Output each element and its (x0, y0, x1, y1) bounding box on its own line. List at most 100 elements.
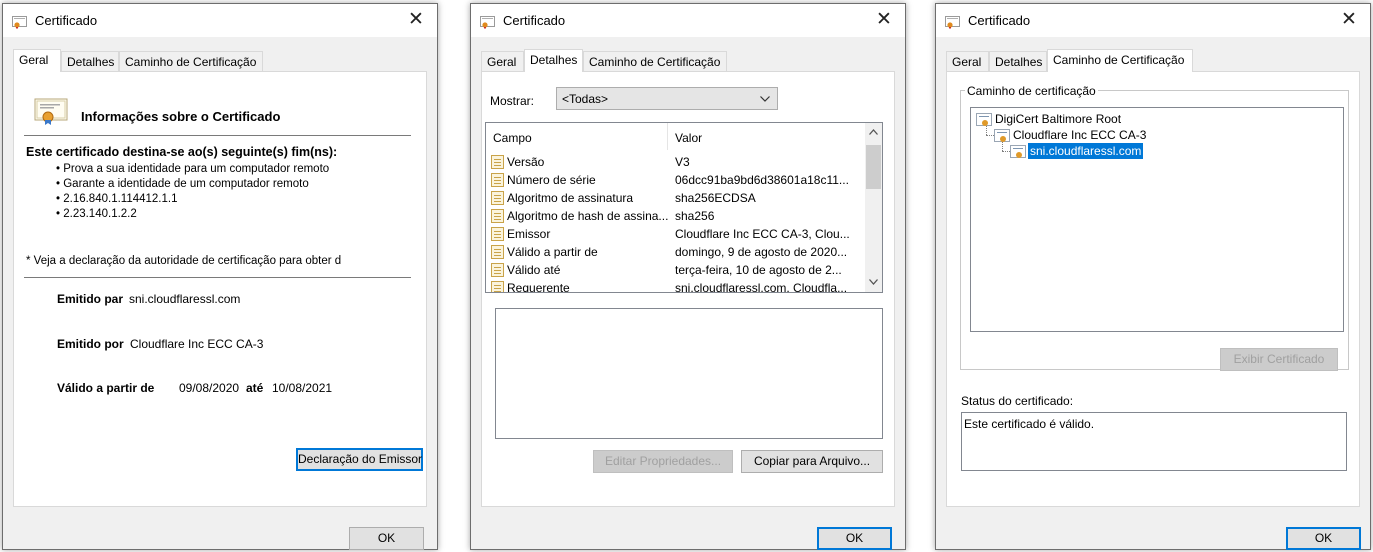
field-name: Versão (507, 155, 545, 169)
certificate-dialog-path: Certificado ✕ Geral Detalhes Caminho de … (935, 3, 1371, 550)
divider (24, 277, 411, 278)
table-row[interactable]: Válido até terça-feira, 10 de agosto de 2… (486, 261, 856, 279)
title-bar: Certificado ✕ (471, 4, 905, 37)
issued-to-label: Emitido par (57, 292, 124, 306)
field-value: sha256ECDSA (675, 191, 756, 205)
path-group-label: Caminho de certificação (965, 84, 1098, 98)
status-text: Este certificado é válido. (964, 417, 1095, 431)
divider (24, 135, 411, 136)
show-select[interactable]: <Todas> (556, 87, 778, 110)
certificate-dialog-general: Certificado ✕ Geral Detalhes Caminho de … (2, 3, 438, 550)
path-panel: Caminho de certificação DigiCert Baltimo… (946, 71, 1360, 507)
certificate-icon (994, 129, 1010, 142)
purpose-item: • 2.16.840.1.114412.1.1 (56, 193, 178, 205)
field-icon (491, 227, 504, 241)
tab-details[interactable]: Detalhes (61, 51, 119, 71)
tab-details[interactable]: Detalhes (989, 51, 1047, 71)
tree-connector (986, 135, 994, 136)
field-name: Emissor (507, 227, 551, 241)
certification-path-tree[interactable]: DigiCert Baltimore Root Cloudflare Inc E… (970, 107, 1344, 332)
tab-details[interactable]: Detalhes (524, 49, 583, 72)
field-value-textbox[interactable] (495, 308, 883, 439)
field-icon (491, 281, 504, 292)
table-row[interactable]: Emissor Cloudflare Inc ECC CA-3, Clou... (486, 225, 856, 243)
purpose-item: • Prova a sua identidade para um computa… (56, 163, 330, 175)
certificate-icon (480, 16, 495, 29)
ca-statement-note: * Veja a declaração da autoridade de cer… (26, 255, 342, 267)
tab-general[interactable]: Geral (481, 51, 524, 71)
certificate-info-icon (34, 98, 68, 125)
tab-certification-path[interactable]: Caminho de Certificação (119, 51, 263, 71)
certificate-dialog-details: Certificado ✕ Geral Detalhes Caminho de … (470, 3, 906, 550)
field-name: Válido a partir de (507, 245, 598, 259)
field-name: Requerente (507, 281, 570, 293)
view-certificate-button[interactable]: Exibir Certificado (1220, 348, 1338, 371)
column-header-value[interactable]: Valor (675, 131, 702, 145)
table-header: Campo Valor (486, 123, 866, 150)
table-row[interactable]: Válido a partir de domingo, 9 de agosto d… (486, 243, 856, 261)
ok-button[interactable]: OK (1286, 527, 1361, 550)
close-button[interactable]: ✕ (403, 8, 429, 32)
valid-until-label: até (246, 381, 264, 395)
fields-table: Campo Valor Versão V3 Número de série 06dc… (485, 122, 883, 293)
general-panel: Informações sobre o Certificado Este cer… (13, 71, 427, 507)
vertical-scrollbar[interactable] (865, 123, 882, 292)
scroll-down-icon[interactable] (869, 279, 878, 285)
table-row[interactable]: Número de série 06dcc91ba9bd6d38601a18c11… (486, 171, 856, 189)
scroll-up-icon[interactable] (869, 129, 878, 135)
tree-node-intermediate[interactable]: Cloudflare Inc ECC CA-3 (1013, 128, 1146, 142)
info-heading: Informações sobre o Certificado (81, 109, 281, 124)
field-value: 06dcc91ba9bd6d38601a18c11... (675, 173, 849, 187)
tree-connector (1002, 141, 1003, 151)
certificate-icon (1010, 145, 1026, 158)
show-select-value: <Todas> (562, 92, 609, 106)
tab-certification-path[interactable]: Caminho de Certificação (1047, 49, 1193, 72)
close-button[interactable]: ✕ (1336, 8, 1362, 32)
scrollbar-thumb[interactable] (866, 145, 881, 189)
window-title: Certificado (35, 13, 98, 28)
chevron-down-icon (760, 96, 770, 102)
field-icon (491, 155, 504, 169)
field-value: Cloudflare Inc ECC CA-3, Clou... (675, 227, 850, 241)
table-row[interactable]: Algoritmo de hash de assina... sha256 (486, 207, 856, 225)
valid-until-value: 10/08/2021 (272, 381, 333, 395)
certificate-icon (976, 113, 992, 126)
valid-from-value: 09/08/2020 (179, 381, 240, 395)
tree-connector (1002, 151, 1010, 152)
certificate-icon (12, 16, 27, 29)
field-icon (491, 245, 504, 259)
edit-properties-button[interactable]: Editar Propriedades... (593, 450, 733, 473)
column-header-field[interactable]: Campo (493, 131, 532, 145)
purpose-item: • 2.23.140.1.2.2 (56, 208, 137, 220)
field-value: V3 (675, 155, 690, 169)
field-icon (491, 173, 504, 187)
issued-to-value: sni.cloudflaressl.com (129, 292, 241, 306)
tree-node-selected-leaf[interactable]: sni.cloudflaressl.com (1028, 143, 1144, 159)
title-bar: Certificado ✕ (936, 4, 1370, 37)
valid-from-label: Válido a partir de (57, 381, 155, 395)
certificate-icon (945, 16, 960, 29)
tab-certification-path[interactable]: Caminho de Certificação (583, 51, 727, 71)
window-title: Certificado (968, 13, 1031, 28)
field-value: terça-feira, 10 de agosto de 2... (675, 263, 842, 277)
issuer-statement-button[interactable]: Declaração do Emissor (296, 448, 423, 471)
tab-general[interactable]: Geral (13, 49, 61, 72)
table-row[interactable]: Versão V3 (486, 153, 856, 171)
tab-general[interactable]: Geral (946, 51, 989, 71)
field-name: Algoritmo de assinatura (507, 191, 634, 205)
field-icon (491, 263, 504, 277)
table-row[interactable]: Requerente sni.cloudflaressl.com, Cloudfl… (486, 279, 856, 293)
status-textbox[interactable]: Este certificado é válido. (961, 412, 1347, 471)
field-name: Algoritmo de hash de assina... (507, 209, 669, 223)
copy-to-file-button[interactable]: Copiar para Arquivo... (741, 450, 883, 473)
table-row[interactable]: Algoritmo de assinatura sha256ECDSA (486, 189, 856, 207)
ok-button[interactable]: OK (349, 527, 424, 550)
close-button[interactable]: ✕ (871, 8, 897, 32)
issued-by-label: Emitido por (57, 337, 124, 351)
field-icon (491, 191, 504, 205)
purpose-title: Este certificado destina-se ao(s) seguin… (26, 145, 338, 159)
tree-node-root[interactable]: DigiCert Baltimore Root (995, 112, 1121, 126)
ok-button[interactable]: OK (817, 527, 892, 550)
field-value: sni.cloudflaressl.com, Cloudfla... (675, 281, 848, 293)
show-label: Mostrar: (490, 94, 535, 108)
